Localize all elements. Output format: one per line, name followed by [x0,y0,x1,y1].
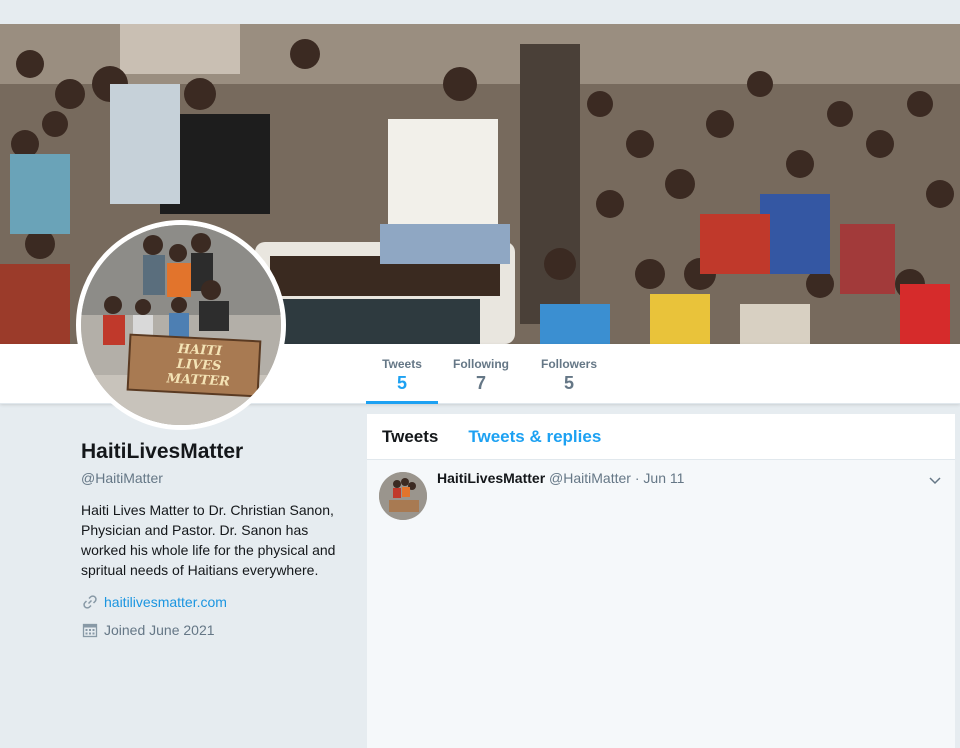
profile-card: HaitiLivesMatter @HaitiMatter Haiti Live… [81,440,351,640]
website-link[interactable]: haitilivesmatter.com [104,594,227,610]
stat-followers-label: Followers [540,357,597,371]
stat-tweets[interactable]: Tweets 5 [366,344,438,404]
avatar-sign: HAITI LIVES MATTER [138,340,260,391]
profile-bio: Haiti Lives Matter to Dr. Christian Sano… [81,502,336,578]
stat-followers-value: 5 [563,373,574,393]
tweet-separator: · [634,470,640,486]
link-icon [81,593,99,611]
calendar-icon [81,621,99,639]
stat-tweets-value: 5 [396,373,407,393]
stat-following[interactable]: Following 7 [446,344,516,404]
stat-followers[interactable]: Followers 5 [534,344,604,404]
stat-following-value: 7 [475,373,486,393]
tweet-author-name[interactable]: HaitiLivesMatter [437,470,545,486]
timeline: Tweets Tweets & replies HaitiLivesMatter… [367,414,955,748]
tab-tweets-replies[interactable]: Tweets & replies [468,427,601,447]
tab-tweets[interactable]: Tweets [382,427,438,447]
chevron-down-icon[interactable] [927,472,943,488]
joined-date: Joined June 2021 [104,622,215,638]
timeline-tabs: Tweets Tweets & replies [367,414,955,460]
profile-joined: Joined June 2021 [81,620,351,640]
avatar-photo [81,225,281,425]
tweet-avatar[interactable] [379,472,427,520]
tweet-author-handle[interactable]: @HaitiMatter [549,470,631,486]
stat-tweets-label: Tweets [382,357,422,371]
tweet-date[interactable]: Jun 11 [643,470,684,486]
tweet-item[interactable]: HaitiLivesMatter @HaitiMatter · Jun 11 [367,460,955,532]
stat-following-label: Following [453,357,509,371]
profile-name[interactable]: HaitiLivesMatter [81,440,351,464]
tweet-header: HaitiLivesMatter @HaitiMatter · Jun 11 [437,470,684,486]
profile-handle[interactable]: @HaitiMatter [81,470,351,486]
top-bar [0,0,960,24]
profile-website: haitilivesmatter.com [81,592,351,612]
profile-avatar[interactable]: HAITI LIVES MATTER [76,220,286,430]
